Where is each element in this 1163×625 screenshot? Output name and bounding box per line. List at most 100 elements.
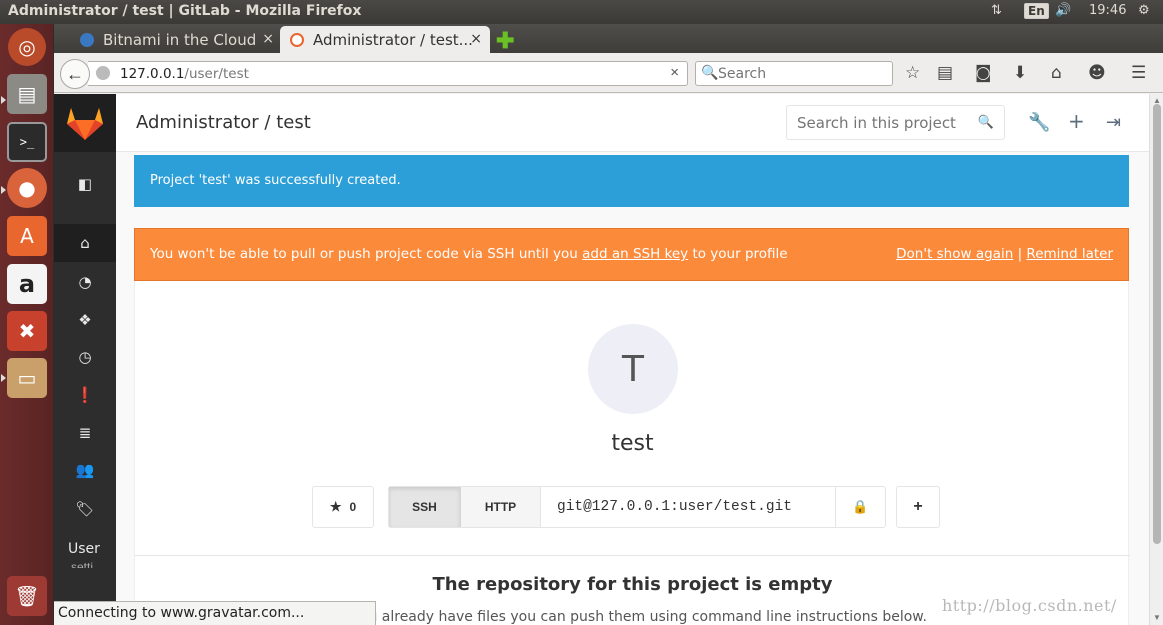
close-icon[interactable]: × — [470, 31, 482, 47]
groups-cubes-icon[interactable]: ❖ — [54, 301, 116, 339]
star-count: 0 — [349, 500, 357, 514]
back-button[interactable]: ← — [60, 59, 90, 89]
tab-gitlab[interactable]: Administrator / test... × — [280, 26, 490, 53]
divider — [135, 555, 1130, 556]
sidebar-user-label[interactable]: User — [68, 541, 100, 557]
remind-later-link[interactable]: Remind later — [1026, 246, 1113, 262]
volume-icon[interactable]: 🔊 — [1055, 3, 1071, 18]
http-clone-button[interactable]: HTTP — [461, 487, 541, 527]
home-icon[interactable]: ⌂ — [1051, 63, 1062, 83]
page-scrollbar[interactable]: ▲ ▼ — [1149, 94, 1163, 625]
clock[interactable]: 19:46 — [1089, 3, 1126, 18]
project-search-box[interactable]: 🔍 — [786, 105, 1005, 140]
merge-requests-icon[interactable]: ≣ — [54, 414, 116, 452]
link-separator: | — [1017, 246, 1023, 262]
amazon-glyph: a — [18, 270, 36, 298]
project-avatar: T — [588, 324, 678, 414]
home-icon[interactable]: ⌂ — [54, 224, 116, 262]
users-icon[interactable]: 👥 — [54, 451, 116, 489]
gitlab-sidebar: ◧ ⌂ ◔ ❖ ◷ ❗ ≣ 👥 🏷 User setti — [54, 94, 116, 625]
system-top-panel: Administrator / test | GitLab - Mozilla … — [0, 0, 1163, 24]
browser-status-bar: Connecting to www.gravatar.com... — [54, 601, 376, 625]
file-cabinet-icon[interactable]: ▤ — [7, 74, 47, 114]
settings-icon[interactable]: ✖ — [7, 311, 47, 351]
issues-icon[interactable]: ❗ — [54, 376, 116, 414]
bitnami-favicon-icon — [80, 32, 94, 47]
add-ssh-key-link[interactable]: add an SSH key — [582, 246, 688, 262]
url-path: /user/test — [184, 66, 249, 82]
gitlab-logo[interactable] — [54, 94, 116, 152]
watermark: http://blog.csdn.net/ — [942, 596, 1117, 615]
shopping-bag-icon[interactable]: A — [7, 216, 47, 256]
clock-icon[interactable]: ◷ — [54, 338, 116, 376]
empty-repo-title: The repository for this project is empty — [432, 574, 833, 595]
url-text: 127.0.0.1/user/test — [120, 66, 249, 82]
bookmarks-list-icon[interactable]: ▤ — [937, 63, 953, 83]
sign-out-icon[interactable]: ⇥ — [1106, 112, 1121, 133]
wrench-icon[interactable]: 🔧 — [1028, 112, 1050, 133]
globe-icon — [96, 66, 110, 80]
web-search-input[interactable] — [718, 64, 888, 83]
pocket-icon[interactable]: ◙ — [975, 63, 992, 83]
dashboard-icon[interactable]: ◔ — [54, 263, 116, 301]
ssh-warning-message: You won't be able to pull or push projec… — [150, 246, 788, 262]
amazon-icon[interactable]: a — [7, 264, 47, 304]
clone-url-group: SSH HTTP 🔒 — [388, 486, 886, 528]
download-icon[interactable]: ⬇ — [1013, 63, 1027, 83]
ssh-key-warning: You won't be able to pull or push projec… — [134, 228, 1129, 281]
arrow-left-icon: ← — [66, 63, 84, 84]
trash-icon[interactable]: 🗑 — [7, 576, 47, 616]
ssh-warning-actions: Don't show again | Remind later — [896, 246, 1113, 262]
search-icon: 🔍 — [701, 64, 719, 80]
firefox-icon[interactable]: ● — [7, 168, 47, 208]
tanuki-logo-icon — [67, 108, 103, 140]
unity-launcher: ◎ ▤ >_ ● A a ✖ ▭ 🗑 — [0, 24, 54, 625]
plus-icon[interactable]: + — [1068, 109, 1085, 133]
new-tab-icon[interactable]: ✚ — [496, 28, 514, 54]
tab-bar: Bitnami in the Cloud × Administrator / t… — [54, 24, 1163, 53]
add-menu-button[interactable]: + — [896, 486, 940, 528]
hamburger-menu-icon[interactable]: ☰ — [1131, 63, 1146, 83]
tab-bitnami[interactable]: Bitnami in the Cloud × — [70, 26, 282, 53]
tab-title: Administrator / test... — [313, 30, 473, 49]
launcher-running-pip — [1, 96, 6, 104]
tags-icon[interactable]: 🏷 — [54, 490, 116, 528]
navigation-toolbar: 127.0.0.1/user/test × ← 🔍 ☆ ▤ ◙ ⬇ ⌂ ☻ ☰ — [54, 53, 1163, 93]
close-icon[interactable]: × — [262, 31, 274, 47]
url-host: 127.0.0.1 — [120, 66, 185, 82]
project-search-input[interactable] — [797, 113, 967, 133]
gear-icon[interactable]: ⚙ — [1138, 3, 1150, 18]
firefox-window: Bitnami in the Cloud × Administrator / t… — [54, 24, 1163, 625]
keyboard-layout-indicator[interactable]: En — [1024, 3, 1049, 19]
bookmark-star-icon[interactable]: ☆ — [905, 63, 920, 83]
scroll-down-icon[interactable]: ▼ — [1153, 613, 1161, 622]
search-icon: 🔍 — [977, 114, 994, 129]
web-search-box[interactable]: 🔍 — [695, 61, 893, 86]
sidebar-user-sublabel: setti — [71, 560, 94, 568]
url-bar[interactable]: 127.0.0.1/user/test × — [88, 61, 688, 86]
clear-url-icon[interactable]: × — [670, 64, 679, 81]
network-icon[interactable]: ⇅ — [991, 3, 1002, 18]
star-button[interactable]: ★ 0 — [312, 486, 374, 528]
web-content: ◧ ⌂ ◔ ❖ ◷ ❗ ≣ 👥 🏷 User setti Administrat… — [54, 94, 1149, 625]
ssh-clone-button[interactable]: SSH — [389, 487, 461, 527]
launcher-running-pip — [1, 374, 6, 382]
project-panel: T test ★ 0 SSH HTTP 🔒 + The repository f… — [134, 281, 1130, 625]
box-icon[interactable]: ▭ — [7, 358, 47, 398]
chat-icon[interactable]: ☻ — [1088, 63, 1106, 83]
clone-url-input[interactable] — [541, 487, 835, 527]
collapse-sidebar-icon[interactable]: ◧ — [54, 165, 116, 203]
plus-icon: + — [913, 498, 923, 515]
flash-notice-text: Project 'test' was successfully created. — [150, 173, 401, 188]
lock-icon[interactable]: 🔒 — [835, 487, 885, 527]
dont-show-again-link[interactable]: Don't show again — [896, 246, 1013, 262]
gitlab-main: Project 'test' was successfully created.… — [116, 152, 1149, 625]
gitlab-header: Administrator / test 🔍 🔧 + ⇥ — [116, 94, 1149, 152]
page-title[interactable]: Administrator / test — [136, 112, 311, 133]
scrollbar-thumb[interactable] — [1153, 104, 1161, 544]
loading-favicon-icon — [290, 32, 304, 47]
ubuntu-logo-icon[interactable]: ◎ — [8, 28, 46, 66]
terminal-icon[interactable]: >_ — [7, 122, 47, 162]
window-title: Administrator / test | GitLab - Mozilla … — [8, 3, 362, 19]
project-name: test — [611, 431, 654, 456]
